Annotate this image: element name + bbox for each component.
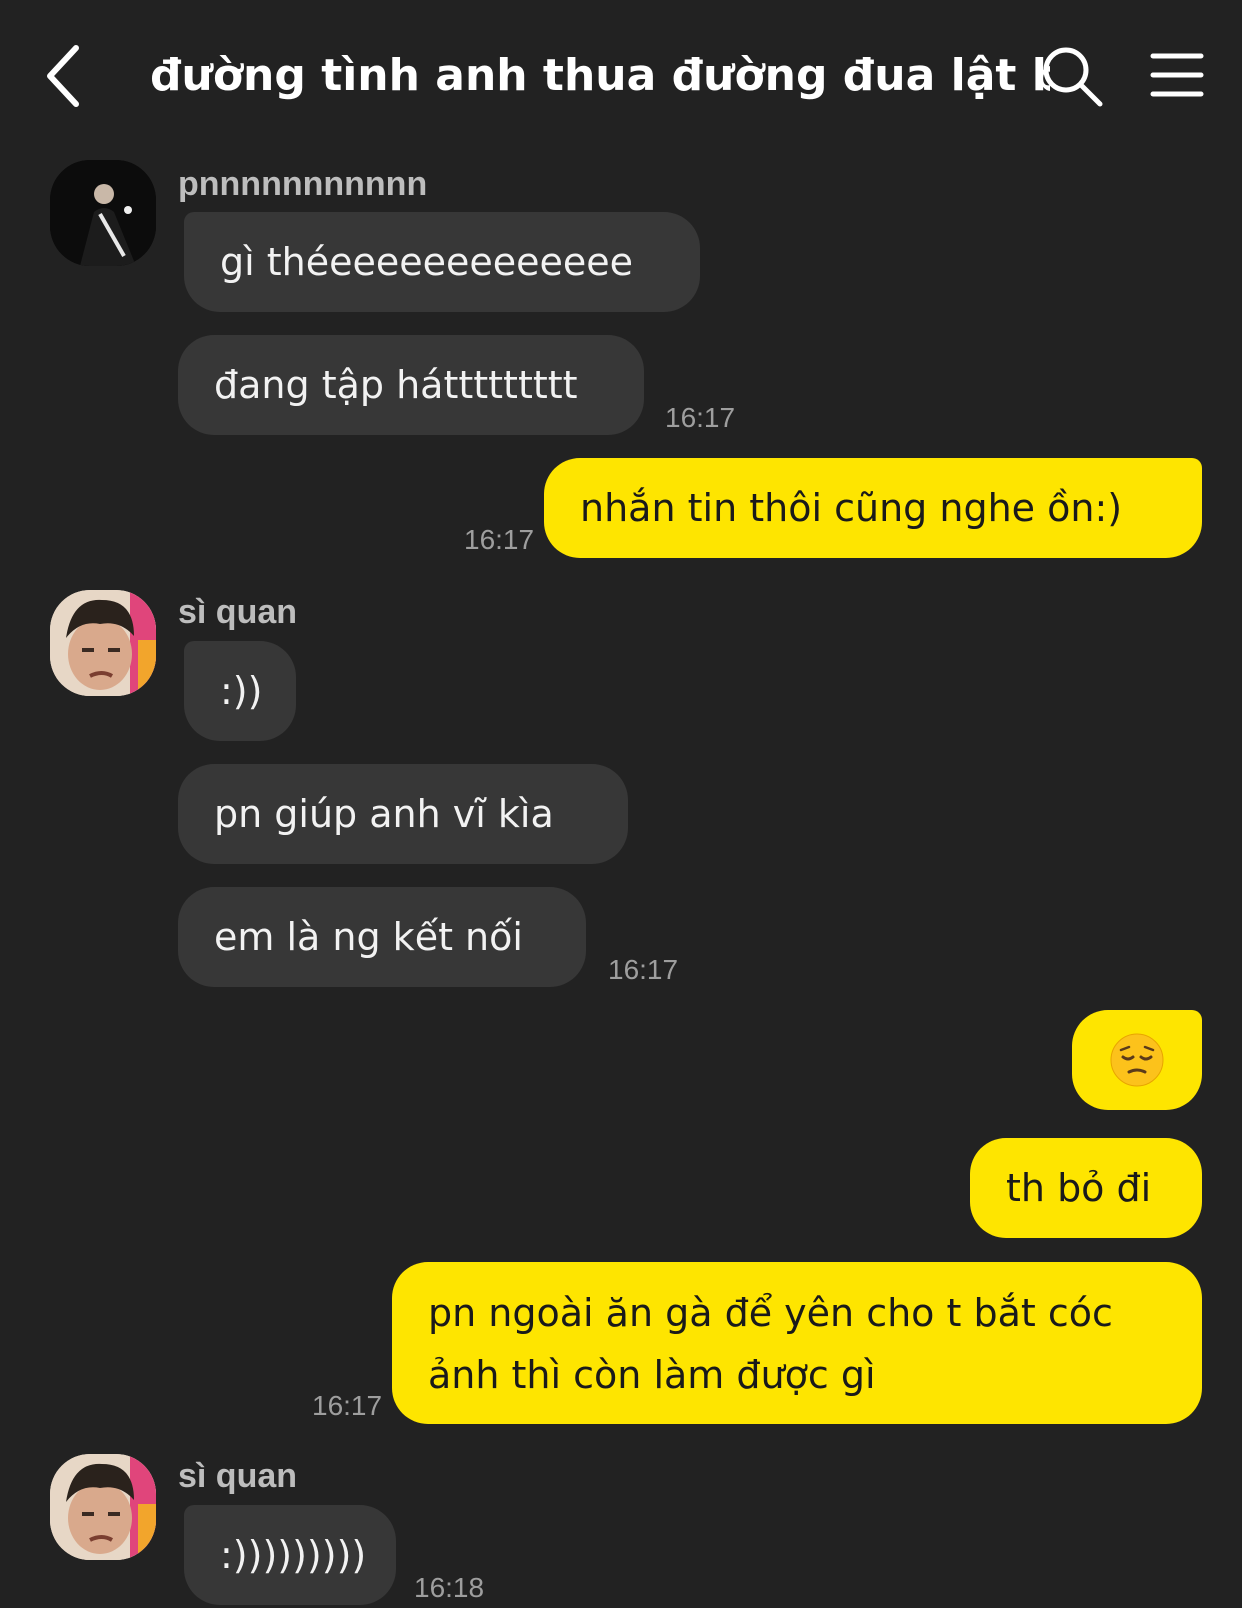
timestamp: 16:17	[312, 1390, 383, 1421]
message-bubble[interactable]: gì théeeeeeeeeeeeee	[184, 212, 700, 312]
search-button[interactable]	[1040, 44, 1106, 110]
profile-photo	[50, 1454, 156, 1560]
my-message-bubble[interactable]: pn ngoài ăn gà để yên cho t bắt cóc ảnh …	[392, 1262, 1202, 1424]
chat-header: đường tình anh thua đường đua lật bá	[0, 0, 1242, 150]
my-message-bubble[interactable]	[1072, 1010, 1202, 1110]
chevron-left-icon	[47, 45, 79, 107]
search-icon	[1043, 47, 1103, 107]
avatar-pnnnnnnnnnnn[interactable]	[50, 160, 156, 266]
sender-name: sì quan	[178, 593, 298, 631]
chat-title: đường tình anh thua đường đua lật bá	[150, 50, 1050, 101]
timestamp: 16:17	[665, 402, 736, 433]
avatar-si-quan[interactable]	[50, 1454, 156, 1560]
profile-photo	[50, 590, 156, 696]
chat-screen: đường tình anh thua đường đua lật bá pnn…	[0, 0, 1242, 1608]
timestamp: 16:17	[464, 524, 535, 555]
hamburger-menu-icon	[1150, 53, 1204, 97]
avatar-si-quan[interactable]	[50, 590, 156, 696]
back-button[interactable]	[36, 38, 96, 114]
message-bubble[interactable]: pn giúp anh vĩ kìa	[178, 764, 628, 864]
sender-name: pnnnnnnnnnnn	[178, 165, 428, 203]
message-bubble[interactable]: em là ng kết nối	[178, 887, 586, 987]
timestamp: 16:18	[414, 1572, 485, 1603]
my-message-bubble[interactable]: th bỏ đi	[970, 1138, 1202, 1238]
profile-photo	[50, 160, 156, 266]
timestamp: 16:17	[608, 954, 679, 985]
message-bubble[interactable]: :))	[184, 641, 296, 741]
my-message-bubble[interactable]: nhắn tin thôi cũng nghe ồn:)	[544, 458, 1202, 558]
message-bubble[interactable]: đang tập háttttttttt	[178, 335, 644, 435]
menu-button[interactable]	[1150, 50, 1204, 100]
message-bubble[interactable]: :)))))))))	[184, 1505, 396, 1605]
pensive-face-emoji	[1110, 1033, 1164, 1086]
sender-name: sì quan	[178, 1457, 298, 1495]
